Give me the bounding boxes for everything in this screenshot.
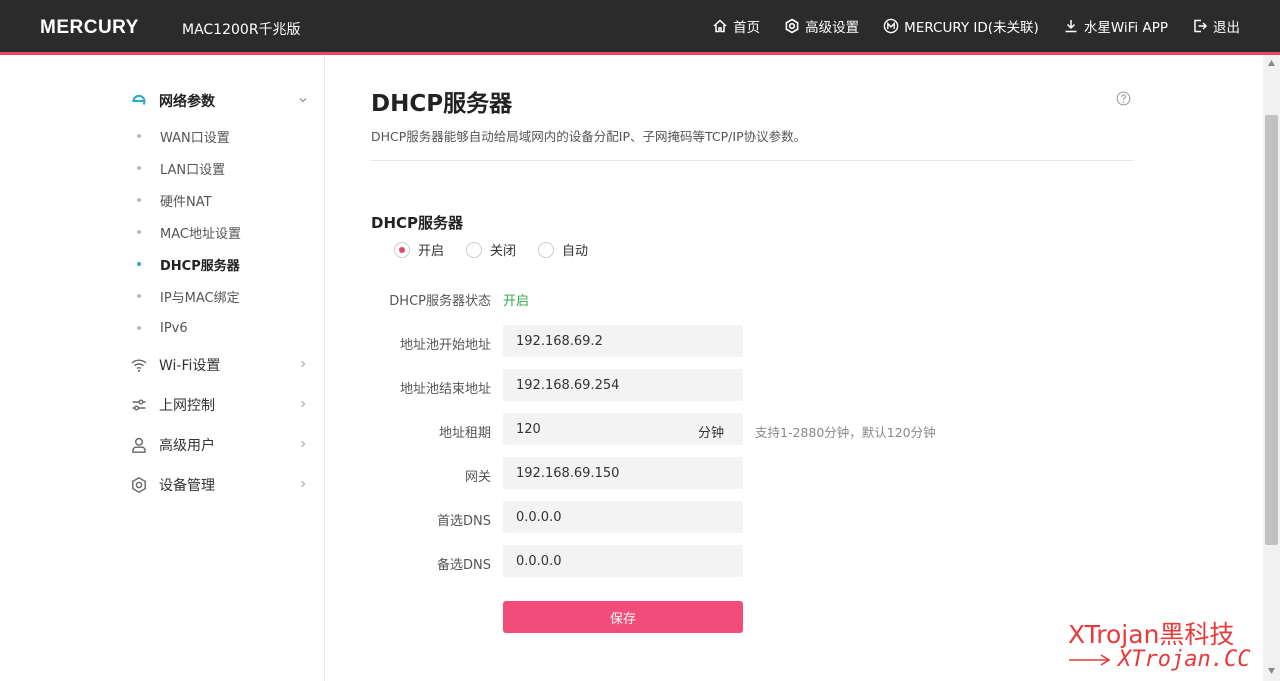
gear-icon: [130, 476, 148, 494]
nav-wifi-app[interactable]: 水星WiFi APP: [1063, 16, 1168, 36]
wifi-icon: [130, 356, 148, 374]
secondary-dns-label: 备选DNS: [437, 558, 491, 573]
nav-logout-label: 退出: [1213, 20, 1240, 36]
watermark-url-text: XTrojan.CC: [1118, 647, 1251, 672]
sidebar-group-label: 网络参数: [159, 94, 215, 110]
page-title: DHCP服务器: [371, 91, 513, 117]
top-nav: 首页 高级设置 MERCURY ID(未关联) 水星WiFi APP 退出: [712, 0, 1240, 52]
nav-home-label: 首页: [733, 20, 761, 36]
radio-enable[interactable]: 开启: [394, 240, 444, 259]
page-description: DHCP服务器能够自动给局域网内的设备分配IP、子网掩码等TCP/IP协议参数。: [371, 129, 807, 144]
bullet-dot: [137, 134, 141, 138]
sidebar-item-ip-mac-binding[interactable]: IP与MAC绑定: [137, 286, 240, 306]
radio-label: 自动: [562, 244, 589, 259]
sidebar-item-hardware-nat[interactable]: 硬件NAT: [137, 190, 212, 210]
sidebar-item-label: DHCP服务器: [160, 258, 240, 274]
sidebar-item-dhcp-server[interactable]: DHCP服务器: [137, 254, 240, 274]
bullet-dot: [137, 198, 141, 202]
pool-start-label: 地址池开始地址: [399, 338, 491, 353]
chevron-right-icon: [301, 400, 306, 408]
sidebar-item-label: LAN口设置: [160, 162, 226, 178]
divider: [371, 160, 1133, 161]
sidebar-item-label: IPv6: [160, 320, 188, 336]
status-value: 开启: [503, 294, 530, 309]
sidebar-item-wan[interactable]: WAN口设置: [137, 126, 230, 146]
help-icon[interactable]: [1116, 91, 1131, 106]
sidebar-item-ipv6[interactable]: IPv6: [137, 318, 188, 338]
sidebar-group-access-control[interactable]: 上网控制: [130, 393, 310, 417]
lease-unit: 分钟: [698, 426, 725, 441]
user-icon: [130, 436, 148, 454]
lease-label: 地址租期: [438, 426, 491, 441]
chevron-down-icon: [299, 98, 307, 103]
scroll-down-arrow-icon[interactable]: [1267, 667, 1276, 675]
secondary-dns-input[interactable]: [503, 545, 743, 577]
watermark-url: XTrojan.CC: [1068, 647, 1250, 672]
status-label: DHCP服务器状态: [389, 294, 491, 309]
nav-mercury-id[interactable]: MERCURY ID(未关联): [883, 16, 1039, 36]
sidebar-group-device-management[interactable]: 设备管理: [130, 473, 310, 497]
sidebar-item-lan[interactable]: LAN口设置: [137, 158, 225, 178]
sidebar-item-label: IP与MAC绑定: [160, 290, 240, 306]
sidebar-group-label: Wi-Fi设置: [159, 358, 221, 374]
gateway-label: 网关: [464, 470, 491, 485]
save-button[interactable]: 保存: [503, 601, 743, 633]
sidebar-item-label: MAC地址设置: [160, 226, 241, 242]
router-model: MAC1200R千兆版: [182, 22, 301, 38]
bullet-dot: [137, 166, 141, 170]
radio-label: 关闭: [490, 244, 517, 259]
brand-logo: MERCURY: [40, 17, 139, 38]
sidebar-group-label: 设备管理: [159, 478, 215, 494]
sliders-icon: [130, 396, 148, 414]
dhcp-mode-radio-group: 开启 关闭 自动: [394, 240, 588, 259]
nav-home[interactable]: 首页: [712, 16, 760, 36]
nav-advanced-settings[interactable]: 高级设置: [784, 16, 859, 36]
chevron-right-icon: [301, 440, 306, 448]
sidebar-item-label: WAN口设置: [160, 130, 230, 146]
mercury-id-icon: [883, 18, 899, 34]
scroll-thumb[interactable]: [1265, 115, 1278, 545]
scrollbar[interactable]: [1263, 55, 1280, 681]
network-icon: [130, 92, 148, 110]
download-icon: [1065, 20, 1077, 33]
logout-icon: [1194, 19, 1208, 33]
radio-auto[interactable]: 自动: [538, 240, 588, 259]
bullet-dot: [137, 230, 141, 234]
sidebar-group-network[interactable]: 网络参数: [130, 89, 310, 113]
bullet-dot: [137, 294, 141, 298]
radio-indicator[interactable]: [538, 241, 555, 258]
sidebar-group-advanced-user[interactable]: 高级用户: [130, 433, 310, 457]
chevron-right-icon: [301, 360, 306, 368]
bullet-dot: [137, 326, 141, 330]
watermark-title: XTrojan黑科技: [1068, 620, 1235, 649]
sidebar-group-label: 上网控制: [159, 398, 215, 414]
arrow-right-icon: [1069, 653, 1111, 666]
nav-advanced-settings-label: 高级设置: [805, 20, 860, 36]
bullet-dot: [137, 262, 141, 266]
section-title: DHCP服务器: [371, 214, 464, 232]
pool-start-input[interactable]: [503, 325, 743, 357]
scroll-up-arrow-icon[interactable]: [1267, 59, 1276, 67]
radio-disable[interactable]: 关闭: [466, 240, 516, 259]
gateway-input[interactable]: [503, 457, 743, 489]
radio-indicator[interactable]: [466, 241, 483, 258]
sidebar-group-label: 高级用户: [159, 438, 215, 454]
sidebar-group-wifi[interactable]: Wi-Fi设置: [130, 353, 310, 377]
radio-indicator[interactable]: [394, 241, 410, 258]
sidebar-item-label: 硬件NAT: [160, 194, 212, 210]
radio-label: 开启: [418, 244, 445, 259]
pool-end-input[interactable]: [503, 369, 743, 401]
sidebar-item-mac-address[interactable]: MAC地址设置: [137, 222, 241, 242]
chevron-right-icon: [301, 480, 306, 488]
primary-dns-input[interactable]: [503, 501, 743, 533]
primary-dns-label: 首选DNS: [437, 514, 491, 529]
pool-end-label: 地址池结束地址: [399, 382, 491, 397]
home-icon: [713, 19, 727, 33]
top-bar: MERCURY MAC1200R千兆版 首页 高级设置 MERCURY ID(未…: [0, 0, 1280, 52]
lease-hint: 支持1-2880分钟，默认120分钟: [755, 425, 936, 440]
nav-mercury-id-label: MERCURY ID(未关联): [904, 20, 1039, 36]
settings-icon: [785, 18, 799, 34]
nav-wifi-app-label: 水星WiFi APP: [1083, 20, 1168, 36]
nav-logout[interactable]: 退出: [1192, 16, 1240, 36]
